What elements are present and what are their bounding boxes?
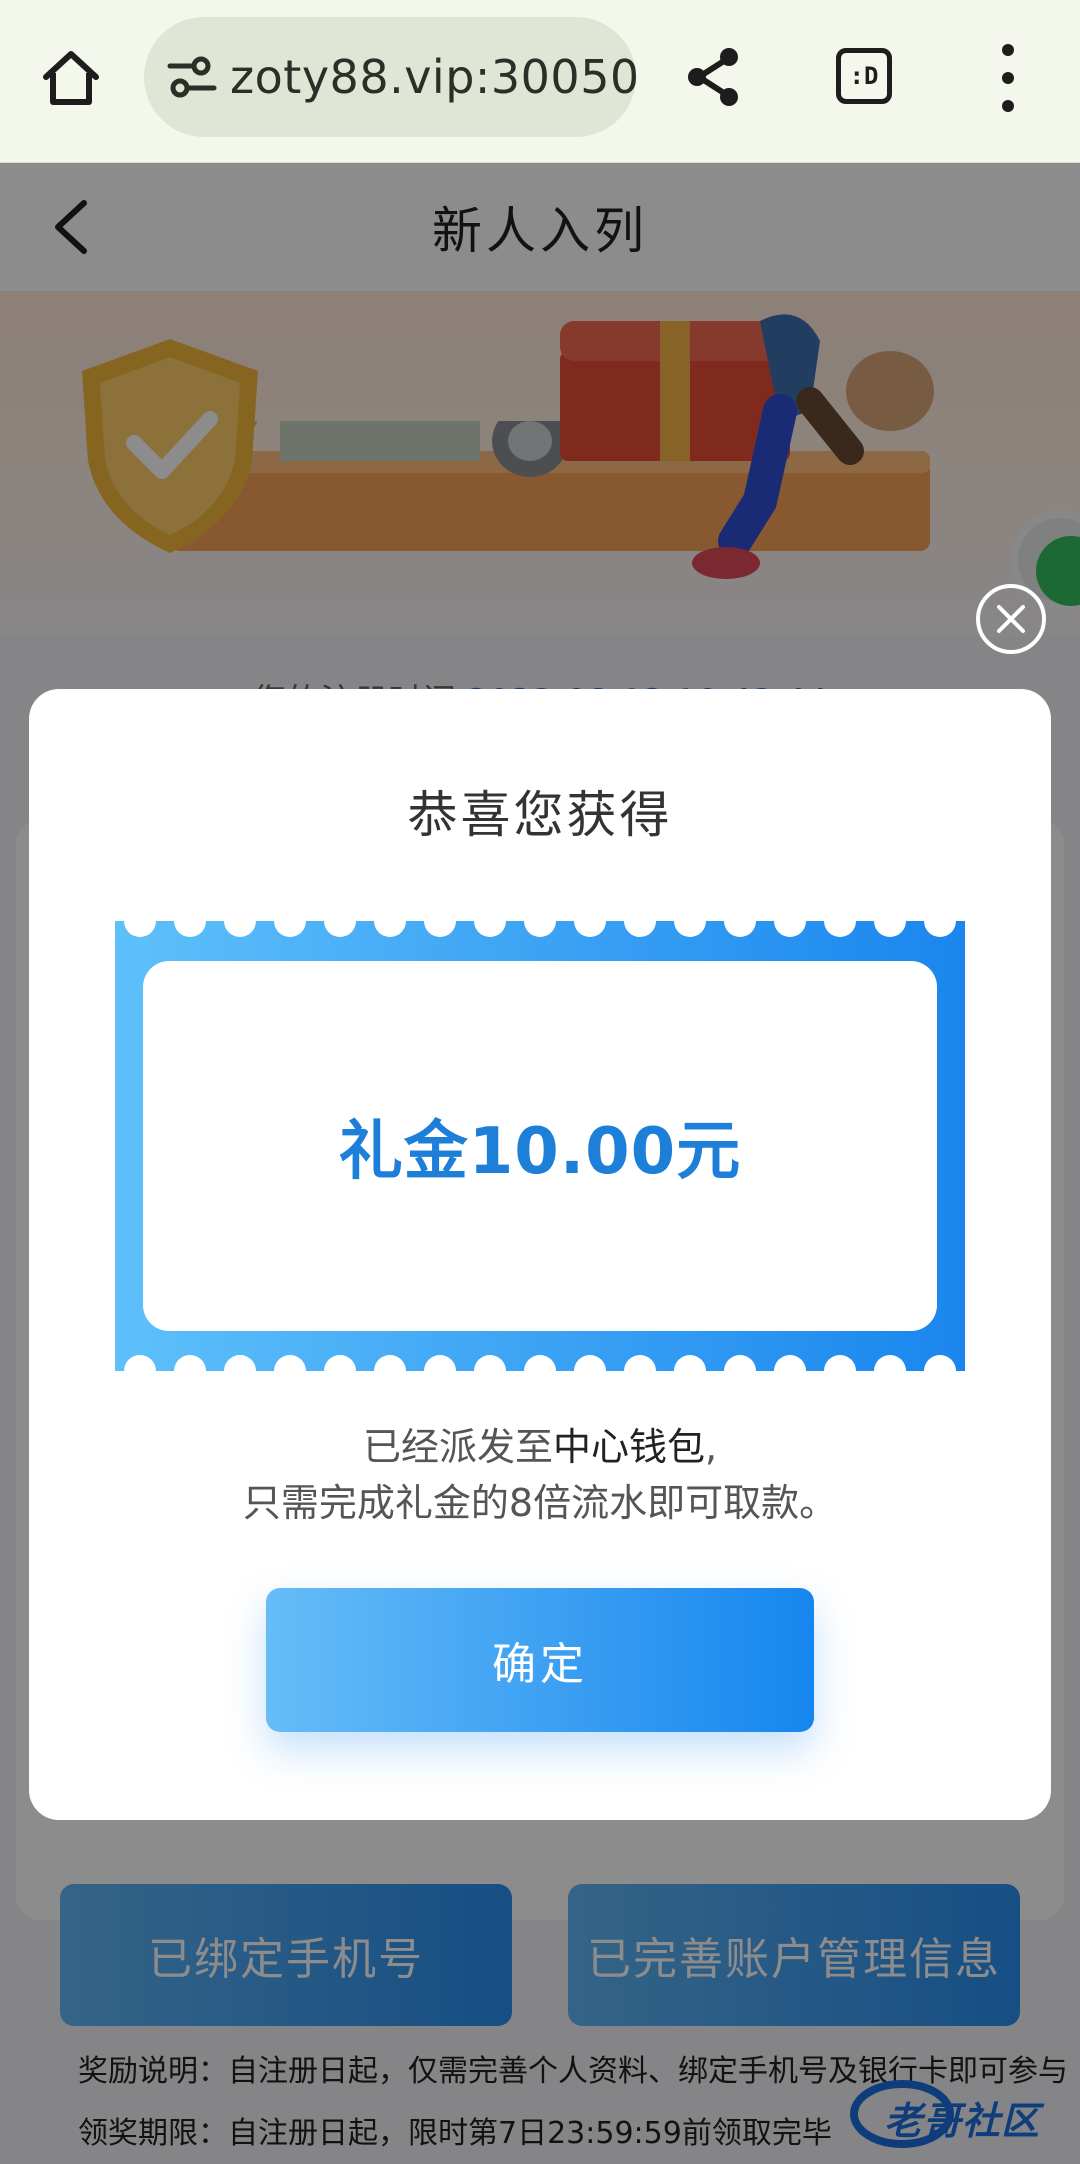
confirm-button[interactable]: 确定 — [266, 1588, 814, 1732]
ticket-card: 礼金10.00元 — [143, 961, 937, 1331]
tune-icon[interactable] — [166, 51, 218, 103]
reward-modal: 恭喜您获得 礼金10.00元 已经派发至中心钱包, 只需完成礼金的8倍流水即可取… — [29, 689, 1051, 1820]
address-bar[interactable]: zoty88.vip:30050 — [144, 17, 636, 137]
home-button[interactable] — [38, 45, 104, 111]
more-vert-icon[interactable] — [990, 44, 1026, 112]
tab-switcher-button[interactable]: :D — [836, 48, 892, 104]
description-comma: , — [704, 1425, 718, 1469]
modal-description: 已经派发至中心钱包, 只需完成礼金的8倍流水即可取款。 — [29, 1419, 1051, 1531]
home-icon — [43, 51, 99, 105]
description-line-1: 已经派发至中心钱包, — [29, 1419, 1051, 1475]
modal-title: 恭喜您获得 — [407, 786, 673, 844]
description-line-2: 只需完成礼金的8倍流水即可取款。 — [242, 1481, 838, 1525]
close-icon — [997, 605, 1025, 633]
url-text: zoty88.vip:30050 — [230, 50, 636, 104]
share-icon — [688, 48, 738, 106]
browser-toolbar: zoty88.vip:30050 :D — [0, 0, 1080, 163]
share-button[interactable] — [680, 44, 746, 110]
close-button[interactable] — [976, 584, 1046, 654]
wallet-name: 中心钱包 — [552, 1425, 705, 1469]
description-prefix: 已经派发至 — [362, 1425, 553, 1469]
reward-amount: 礼金10.00元 — [338, 1115, 742, 1189]
